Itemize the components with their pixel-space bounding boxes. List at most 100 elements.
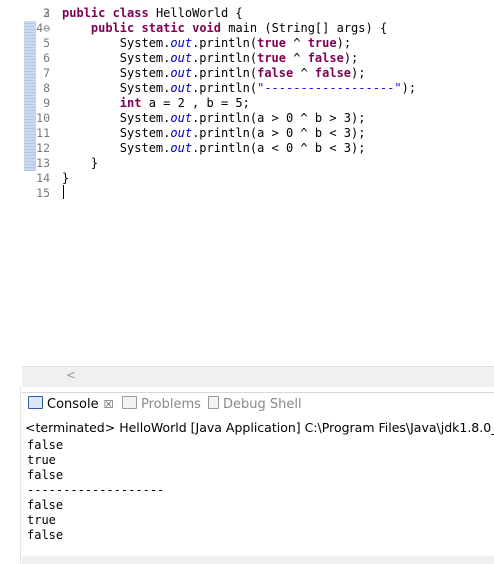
code-editor[interactable]: 2 3 public class HelloWorld {4⊖ public st… xyxy=(0,0,494,387)
console-horizontal-scrollbar[interactable] xyxy=(22,556,494,564)
line-number: 13 xyxy=(36,156,50,170)
line-number: 3 xyxy=(43,6,50,20)
line-number: 9 xyxy=(43,96,50,110)
line-number: 6 xyxy=(43,51,50,65)
code-token: false xyxy=(314,66,352,80)
code-token: out xyxy=(170,36,193,50)
code-token: class xyxy=(112,6,149,20)
line-number: 7 xyxy=(43,66,50,80)
scroll-left-arrow-icon[interactable]: < xyxy=(66,366,76,384)
code-token: true xyxy=(257,36,286,50)
code-token: System. xyxy=(62,66,171,80)
code-text: System.out.println("------------------")… xyxy=(62,81,416,96)
console-status-line: <terminated> HelloWorld [Java Applicatio… xyxy=(25,420,494,435)
horizontal-scrollbar[interactable] xyxy=(22,366,494,387)
code-token: static xyxy=(141,21,185,35)
console-output-line: true xyxy=(27,453,56,467)
code-token: false xyxy=(307,51,344,65)
console-output-line: false xyxy=(27,528,64,542)
code-token: System. xyxy=(62,36,171,50)
code-token: out xyxy=(170,126,193,140)
code-text: public class HelloWorld { xyxy=(62,6,243,21)
console-output-line: false xyxy=(27,498,64,512)
code-token: ^ xyxy=(286,51,308,65)
code-token: System. xyxy=(62,111,171,125)
code-token: .println(a > 0 ^ b > 3); xyxy=(192,111,366,125)
code-token: false xyxy=(257,66,294,80)
code-token: ); xyxy=(343,51,359,65)
tab-console-label: Console xyxy=(47,397,99,412)
console-output-line: false xyxy=(27,438,64,452)
code-token: a = 2 , b = 5; xyxy=(141,96,250,110)
code-token: ^ xyxy=(286,36,308,50)
line-number: 14 xyxy=(36,171,50,185)
debug-shell-icon xyxy=(208,396,219,409)
tab-console[interactable]: Console ☒ xyxy=(28,393,113,417)
problems-icon xyxy=(122,396,137,409)
code-text: } xyxy=(62,171,69,186)
line-number: 8 xyxy=(43,81,50,95)
line-number: 12 xyxy=(36,141,50,155)
tab-debug-shell-label: Debug Shell xyxy=(223,397,302,412)
code-token: .println(a < 0 ^ b < 3); xyxy=(192,141,366,155)
code-token: public xyxy=(62,6,106,20)
code-token: .println( xyxy=(192,66,258,80)
code-token: System. xyxy=(62,81,171,95)
code-text: } xyxy=(62,156,98,171)
console-tab-bar: Console ☒ Problems Debug Shell xyxy=(22,392,494,417)
code-token: ); xyxy=(336,36,352,50)
code-token: HelloWorld { xyxy=(148,6,243,20)
code-text: System.out.println(false ^ false); xyxy=(62,66,366,81)
tab-problems[interactable]: Problems xyxy=(122,393,201,417)
close-icon[interactable]: ☒ xyxy=(104,398,114,411)
code-token: .println( xyxy=(192,81,258,95)
line-number: 15 xyxy=(36,186,50,200)
code-token: System. xyxy=(62,141,171,155)
code-text: int a = 2 , b = 5; xyxy=(62,96,250,111)
code-token: .println( xyxy=(192,51,258,65)
tab-debug-shell[interactable]: Debug Shell xyxy=(208,393,302,417)
line-number: 4⊖ xyxy=(36,21,50,35)
code-token: out xyxy=(170,81,193,95)
console-output[interactable]: false true false ------------------- false tr… xyxy=(27,438,164,543)
text-caret xyxy=(63,185,64,199)
code-token: true xyxy=(257,51,286,65)
code-text: System.out.println(a < 0 ^ b < 3); xyxy=(62,141,366,156)
code-text: System.out.println(a > 0 ^ b > 3); xyxy=(62,111,366,126)
tab-problems-label: Problems xyxy=(141,397,201,412)
code-token: out xyxy=(170,51,193,65)
code-token: "------------------" xyxy=(257,81,402,95)
code-token: System. xyxy=(62,126,171,140)
line-number: 5 xyxy=(43,36,50,50)
console-icon xyxy=(28,396,43,409)
code-token: main (String[] args) { xyxy=(221,21,388,35)
code-token: out xyxy=(170,141,193,155)
code-token: .println(a > 0 ^ b < 3); xyxy=(192,126,366,140)
console-output-line: true xyxy=(27,513,56,527)
code-token: int xyxy=(119,96,142,110)
console-output-line: ------------------- xyxy=(27,483,165,497)
code-token: .println( xyxy=(192,36,258,50)
code-token: } xyxy=(62,171,70,185)
code-token: ); xyxy=(401,81,417,95)
code-token: System. xyxy=(62,51,171,65)
code-text: System.out.println(a > 0 ^ b < 3); xyxy=(62,126,366,141)
code-token: out xyxy=(170,66,193,80)
code-token: true xyxy=(307,36,337,50)
code-token: ); xyxy=(351,66,366,80)
code-token: void xyxy=(192,21,221,35)
code-token: ^ xyxy=(293,66,315,80)
line-number: 10 xyxy=(36,111,50,125)
code-token: out xyxy=(170,111,193,125)
code-token: } xyxy=(62,156,99,170)
code-token: public xyxy=(90,21,135,35)
code-text: System.out.println(true ^ true); xyxy=(62,36,351,51)
code-text: public static void main (String[] args) … xyxy=(62,21,387,36)
line-number: 11 xyxy=(36,126,50,140)
console-output-line: false xyxy=(27,468,64,482)
